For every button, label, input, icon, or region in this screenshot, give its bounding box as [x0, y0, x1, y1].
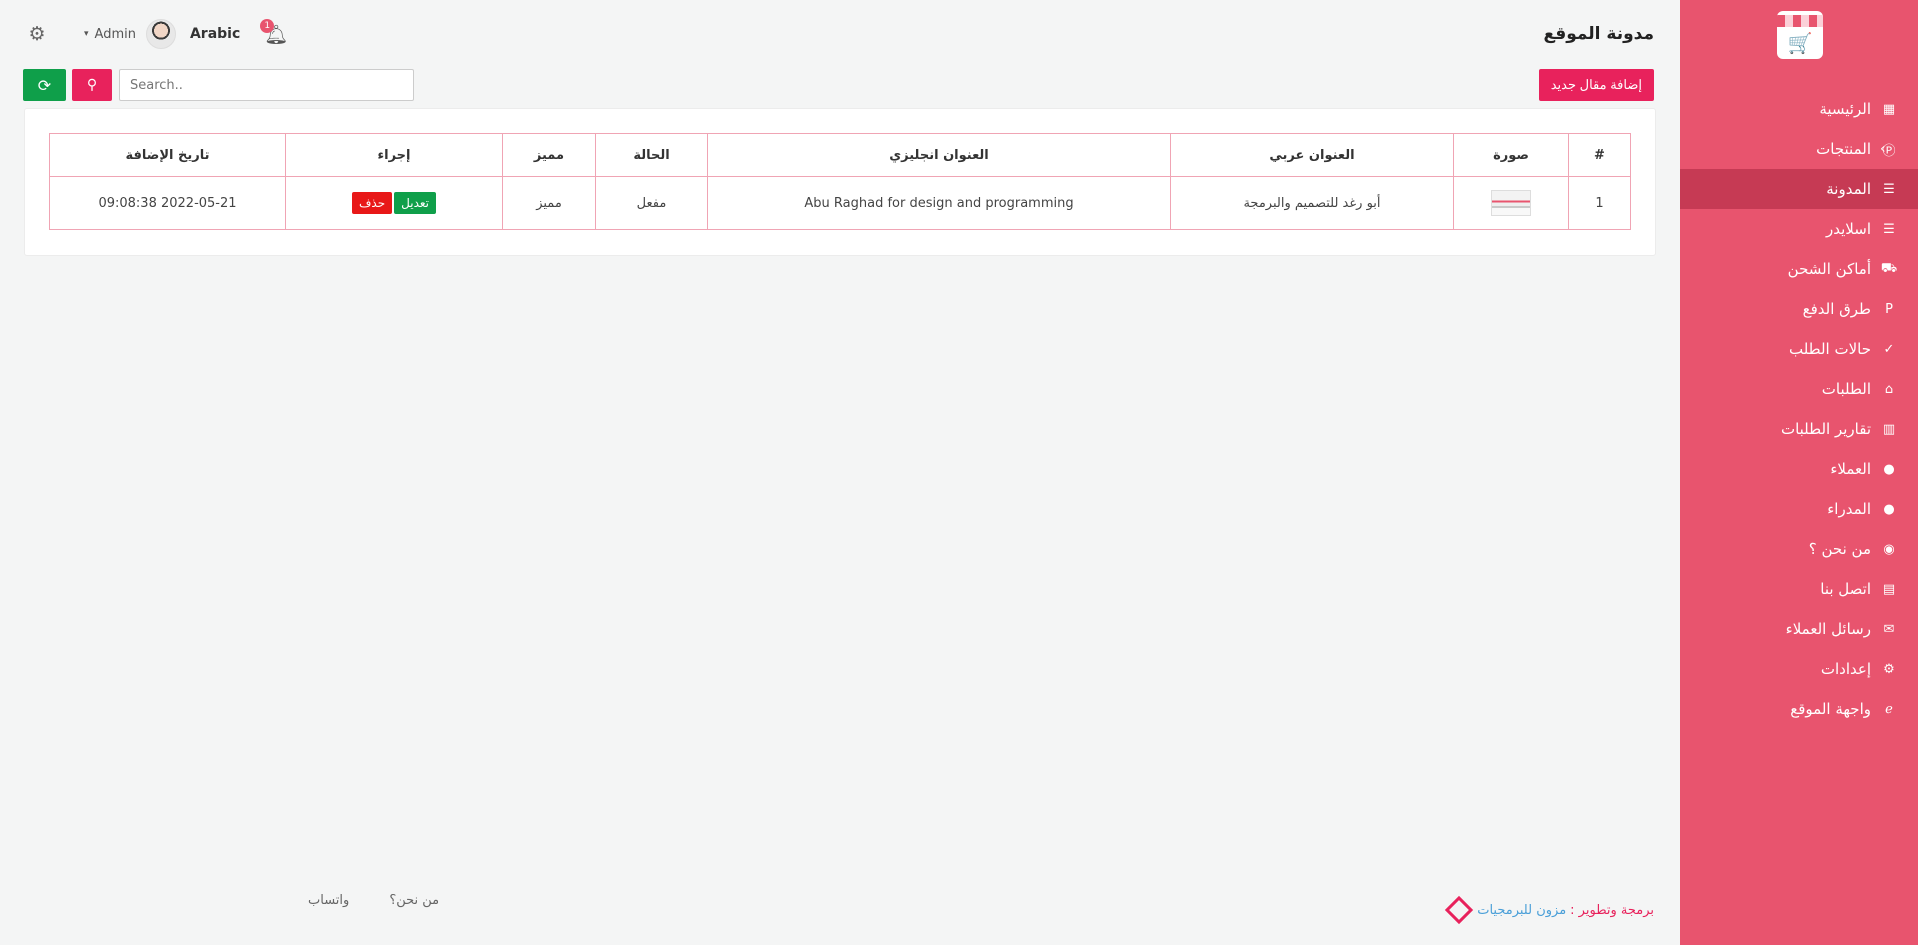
footer-links: من نحن؟ واتساب — [268, 893, 439, 908]
column-header-action: إجراء — [285, 133, 503, 177]
search-icon: ⚲ — [86, 77, 98, 93]
edit-button[interactable]: تعديل — [394, 192, 436, 214]
paypal-icon: P — [1885, 301, 1893, 317]
user-name: Admin — [94, 26, 136, 42]
article-thumbnail[interactable] — [1491, 190, 1531, 216]
sidebar-item-messages[interactable]: ✉ رسائل العملاء — [1680, 609, 1918, 649]
sidebar-item-label: أماكن الشحن — [1787, 260, 1871, 278]
refresh-button[interactable]: ⟳ — [23, 69, 66, 101]
search-input[interactable] — [119, 69, 414, 101]
page-title: مدونة الموقع — [1543, 24, 1654, 44]
table-header-row: # صورة العنوان عربي العنوان انجليزي الحا… — [49, 133, 1631, 177]
search-button[interactable]: ⚲ — [72, 69, 112, 101]
sidebar-item-managers[interactable]: ● المدراء — [1680, 489, 1918, 529]
blog-table: # صورة العنوان عربي العنوان انجليزي الحا… — [49, 133, 1631, 230]
sliders-icon: ☰ — [1883, 221, 1895, 237]
gear-icon: ⚙ — [1883, 661, 1895, 677]
cart-icon: 🛒 — [1787, 31, 1813, 55]
footer-brand-link[interactable]: مزون للبرمجيات — [1477, 903, 1566, 918]
contact-card-icon: ▤ — [1882, 581, 1896, 597]
refresh-icon: ⟳ — [37, 75, 52, 95]
sidebar-item-home[interactable]: ▦ الرئيسية — [1680, 89, 1918, 129]
sidebar-item-settings[interactable]: ⚙ إعدادات — [1680, 649, 1918, 689]
add-article-button[interactable]: إضافة مقال جديد — [1538, 69, 1654, 101]
sidebar-item-label: حالات الطلب — [1788, 340, 1871, 358]
column-header-status: الحالة — [595, 133, 708, 177]
sidebar-item-label: الرئيسية — [1819, 100, 1871, 118]
envelope-icon: ✉ — [1883, 621, 1895, 637]
sidebar-item-order-reports[interactable]: ▥ تقارير الطلبات — [1680, 409, 1918, 449]
footer-link-whatsapp[interactable]: واتساب — [308, 893, 349, 908]
footer-credits: برمجة وتطوير : مزون للبرمجيات — [1445, 898, 1654, 922]
row-title-ar: أبو رغد للتصميم والبرمجة — [1170, 176, 1454, 230]
user-icon: ● — [1883, 461, 1895, 477]
chevron-down-icon: ▾ — [84, 29, 89, 39]
column-header-featured: مميز — [502, 133, 596, 177]
avatar[interactable] — [145, 19, 176, 49]
basket-icon: ⌂ — [1884, 381, 1894, 397]
sidebar-item-orders[interactable]: ⌂ الطلبات — [1680, 369, 1918, 409]
sidebar-item-label: اتصل بنا — [1820, 580, 1871, 598]
delete-button[interactable]: حذف — [351, 192, 393, 214]
table-row: 1 أبو رغد للتصميم والبرمجة Abu Raghad fo… — [49, 176, 1631, 230]
truck-icon: ⛟ — [1880, 260, 1898, 276]
topbar-actions: ⚙ ▾ Admin Arabic 🔔︎ 1 — [24, 18, 288, 50]
shop-logo[interactable]: 🛒 — [1777, 11, 1823, 59]
sidebar-item-storefront[interactable]: ℯ واجهة الموقع — [1680, 689, 1918, 729]
sliders-icon: ☰ — [1883, 181, 1895, 197]
sidebar-item-label: إعدادات — [1820, 660, 1871, 678]
user-icon: ● — [1883, 501, 1895, 517]
sidebar-item-payment[interactable]: P طرق الدفع — [1680, 289, 1918, 329]
brand-logo-icon — [1445, 898, 1469, 922]
column-header-title-ar: العنوان عربي — [1170, 133, 1454, 177]
row-title-en: Abu Raghad for design and programming — [707, 176, 1171, 230]
sidebar-item-label: واجهة الموقع — [1790, 700, 1871, 718]
sidebar-item-label: المدونة — [1826, 180, 1871, 198]
sidebar-item-label: الطلبات — [1821, 380, 1871, 398]
row-image-cell — [1453, 176, 1569, 230]
awning-shape — [1777, 15, 1823, 27]
sidebar-item-shipping[interactable]: ⛟ أماكن الشحن — [1680, 249, 1918, 289]
row-status: مفعل — [595, 176, 708, 230]
browser-icon: ℯ — [1885, 701, 1893, 717]
row-featured: مميز — [502, 176, 596, 230]
sidebar-item-order-status[interactable]: ✓ حالات الطلب — [1680, 329, 1918, 369]
sidebar-item-blog[interactable]: ☰ المدونة — [1680, 169, 1918, 209]
sidebar-item-label: اسلايدر — [1826, 220, 1871, 238]
column-header-image: صورة — [1453, 133, 1569, 177]
sidebar-item-label: رسائل العملاء — [1785, 620, 1871, 638]
sidebar-menu: ▦ الرئيسية Ⓟ المنتجات › ☰ المدونة ☰ اسلايدر ⛟… — [1680, 89, 1918, 729]
row-number: 1 — [1568, 176, 1631, 230]
column-header-date: تاريخ الإضافة — [49, 133, 286, 177]
language-switch[interactable]: Arabic — [190, 26, 240, 42]
row-date: 2022-05-21 09:08:38 — [49, 176, 286, 230]
footer-link-about[interactable]: من نحن؟ — [389, 893, 439, 908]
sidebar-item-products[interactable]: Ⓟ المنتجات › — [1680, 129, 1918, 169]
chevron-right-icon: › — [1880, 141, 1886, 157]
column-header-title-en: العنوان انجليزي — [707, 133, 1171, 177]
sidebar-item-about[interactable]: ◉ من نحن ؟ — [1680, 529, 1918, 569]
sidebar-item-customers[interactable]: ● العملاء — [1680, 449, 1918, 489]
sidebar-item-label: من نحن ؟ — [1808, 540, 1871, 558]
sidebar-item-label: العملاء — [1830, 460, 1871, 478]
sidebar-item-label: طرق الدفع — [1802, 300, 1871, 318]
sidebar-item-slider[interactable]: ☰ اسلايدر — [1680, 209, 1918, 249]
user-dropdown[interactable]: ▾ Admin — [84, 27, 136, 42]
notifications-button[interactable]: 🔔︎ 1 — [260, 19, 288, 46]
row-actions: تعديلحذف — [285, 176, 503, 230]
check-circle-icon: ✓ — [1883, 341, 1895, 357]
sidebar-item-label: تقارير الطلبات — [1780, 420, 1871, 438]
eye-icon: ◉ — [1883, 541, 1895, 557]
blog-panel: # صورة العنوان عربي العنوان انجليزي الحا… — [24, 108, 1656, 256]
sidebar-item-label: المدراء — [1827, 500, 1871, 518]
dashboard-icon: ▦ — [1882, 101, 1896, 117]
sidebar-item-label: المنتجات — [1816, 140, 1871, 158]
chart-icon: ▥ — [1882, 421, 1896, 437]
gear-icon[interactable]: ⚙ — [24, 21, 50, 47]
footer-dev-label: برمجة وتطوير : — [1570, 902, 1654, 918]
column-header-number: # — [1568, 133, 1631, 177]
sidebar: 🛒 ▦ الرئيسية Ⓟ المنتجات › ☰ المدونة ☰ اسلايدر… — [1680, 0, 1918, 945]
sidebar-item-contact[interactable]: ▤ اتصل بنا — [1680, 569, 1918, 609]
